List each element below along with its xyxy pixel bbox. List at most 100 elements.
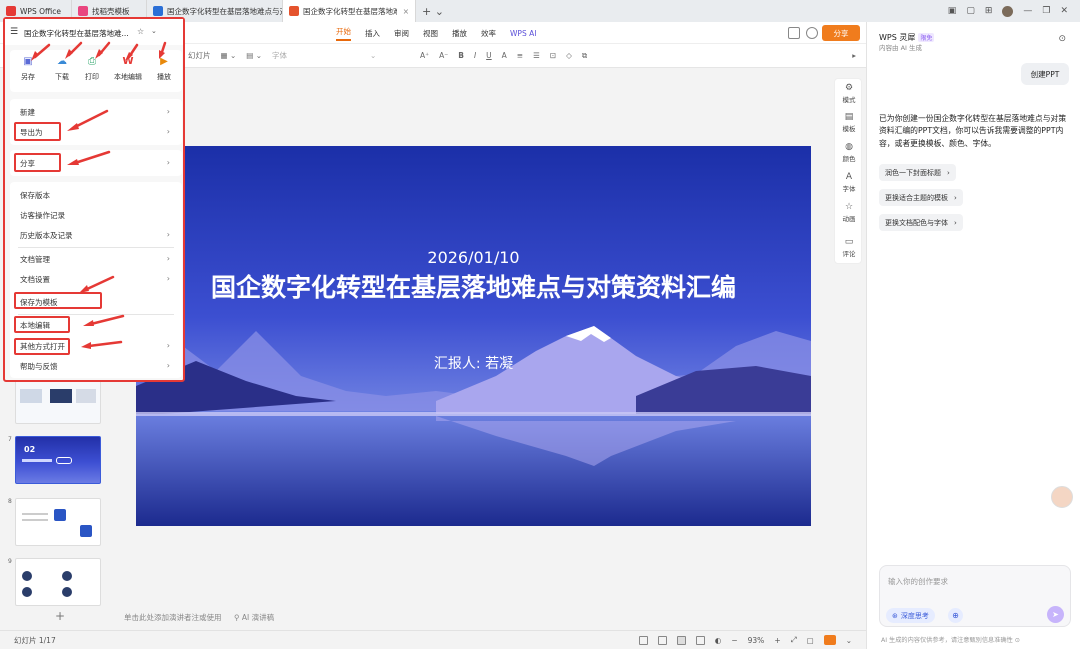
avatar[interactable] [1002,5,1014,17]
ai-prompt-box[interactable]: 输入你的创作要求 ⊛ 深度思考 ⊕ ➤ [879,565,1071,627]
reading-view-icon[interactable] [676,635,686,645]
minimize-icon[interactable]: — [1023,6,1032,16]
tab-home[interactable]: 开始 [336,26,351,41]
play-options-icon[interactable]: ⌄ [846,636,852,645]
menu-item-doc-settings[interactable]: 文档设置 › [10,269,182,289]
tab-efficiency[interactable]: 效率 [481,28,496,39]
animation-tool[interactable]: ☆ 动画 [835,202,863,223]
chevron-right-icon: › [166,341,170,350]
suggestion-change-colors-fonts[interactable]: 更换文档配色与字体 › [879,214,963,231]
tab-play[interactable]: 播放 [452,28,467,39]
zoom-out-icon[interactable]: − [731,636,737,645]
underline-icon[interactable]: U [486,51,492,60]
web-search-icon[interactable]: ⊕ [948,608,963,623]
shape-icon[interactable]: ◇ [566,51,572,60]
italic-icon[interactable]: I [474,51,476,60]
chevron-right-icon: › [166,230,170,239]
slide-thumbnail[interactable] [15,376,101,424]
skin-icon[interactable]: ▣ [948,6,957,16]
suggestion-change-template[interactable]: 更换适合主题的模板 › [879,189,963,206]
chevron-right-icon: › [166,107,170,116]
play-button[interactable]: ▶ 播放 [146,56,182,82]
edit-mode-icon[interactable] [788,27,800,39]
arrange-icon[interactable]: ⧉ [582,51,587,61]
shrink-font-icon[interactable]: A⁻ [439,51,448,60]
normal-view-icon[interactable] [638,635,648,645]
color-tool[interactable]: ◍ 颜色 [835,142,863,163]
add-slide-button[interactable]: + [55,609,65,623]
close-window-icon[interactable]: ✕ [1060,6,1068,16]
menu-item-new[interactable]: 新建 › [10,102,182,122]
print-button[interactable]: ⎙ 打印 [74,56,110,82]
send-icon[interactable]: ➤ [1047,606,1064,623]
menu-item-local-edit[interactable]: 本地编辑 [10,315,182,335]
section-dropdown-icon[interactable]: ▤ ⌄ [246,51,262,60]
close-icon[interactable]: × [403,7,409,16]
font-color-icon[interactable]: A [502,51,507,60]
share-button[interactable]: 分享 [822,25,860,41]
slide-date[interactable]: 2026/01/10 [136,248,811,267]
menu-item-save-as-template[interactable]: 保存为模板 [10,292,182,312]
tab-insert[interactable]: 插入 [365,28,380,39]
slide-reporter[interactable]: 汇报人: 若凝 [136,353,811,373]
suggestion-polish-title[interactable]: 润色一下封面标题 › [879,164,956,181]
cloud-icon[interactable] [806,27,818,39]
menu-item-save-version[interactable]: 保存版本 [10,185,182,205]
chevron-down-icon[interactable]: ⌄ [151,27,157,35]
maximize-icon[interactable]: ❐ [1042,6,1050,16]
notes-view-icon[interactable] [695,635,705,645]
menu-item-export[interactable]: 导出为 › [10,122,182,142]
template-tool[interactable]: ▤ 模板 [835,112,863,133]
font-family-select[interactable]: 字体 [272,50,360,61]
more-icon[interactable]: ▸ [852,51,856,60]
file-menu-group-2: 分享 › [10,150,182,176]
sorter-view-icon[interactable] [657,635,667,645]
hamburger-icon[interactable]: ☰ [10,27,18,37]
save-as-button[interactable]: ▣ 另存 [10,56,46,82]
star-icon[interactable]: ☆ [137,27,144,36]
deep-think-toggle[interactable]: ⊛ 深度思考 [886,608,935,623]
ai-notes-button[interactable]: ⚲ AI 演讲稿 [234,612,274,623]
zoom-level[interactable]: 93% [748,636,765,645]
local-edit-button[interactable]: W 本地编辑 [106,56,150,82]
tab-review[interactable]: 审阅 [394,28,409,39]
fit-icon[interactable]: ⤢ [791,635,797,645]
tab-view[interactable]: 视图 [423,28,438,39]
slide-canvas[interactable]: 2026/01/10 国企数字化转型在基层落地难点与对策资料汇编 汇报人: 若凝 [136,146,811,526]
slide-thumbnail[interactable]: 02 [15,436,101,484]
menu-item-visitor-log[interactable]: 访客操作记录 [10,205,182,225]
mode-tool[interactable]: ⚙ 模式 [835,83,863,104]
menu-item-doc-management[interactable]: 文档管理 › [10,249,182,269]
layout-dropdown-icon[interactable]: ▦ ⌄ [221,51,237,60]
window-icon[interactable]: ▢ [966,6,975,16]
feedback-icon[interactable]: ⊙ [1015,637,1020,644]
apps-icon[interactable]: ⊞ [985,6,993,16]
textbox-icon[interactable]: ⊡ [550,51,556,60]
font-size-select[interactable]: ⌄ [370,51,410,60]
file-name[interactable]: 国企数字化转型在基层落地难... [24,28,136,39]
new-tab-button[interactable]: + ⌄ [416,0,450,22]
fullscreen-icon[interactable]: ▢ [807,636,814,645]
tab-ppt-doc[interactable]: 国企数字化转型在基层落地难点与 × [283,0,416,22]
speaker-notes-placeholder[interactable]: 单击此处添加演讲者注或使用 [124,612,222,623]
menu-item-help-feedback[interactable]: 帮助与反馈 › [10,356,182,376]
bold-icon[interactable]: B [458,51,464,60]
comment-tool[interactable]: ▭ 评论 [835,237,863,258]
tab-wps-ai[interactable]: WPS AI [510,29,536,38]
menu-item-history[interactable]: 历史版本及记录 › [10,225,182,245]
menu-item-open-with[interactable]: 其他方式打开 › [10,336,182,356]
slide-thumbnail[interactable] [15,558,101,606]
font-tool[interactable]: A 字体 [835,172,863,193]
slide-title[interactable]: 国企数字化转型在基层落地难点与对策资料汇编 [196,271,751,304]
new-slide-button[interactable]: 幻灯片 [188,50,211,61]
slide-thumbnail[interactable] [15,498,101,546]
menu-item-share[interactable]: 分享 › [10,153,182,173]
theme-icon[interactable]: ◐ [715,636,722,645]
zoom-in-icon[interactable]: + [774,636,780,645]
list-icon[interactable]: ☰ [533,51,540,60]
assistant-avatar[interactable] [1051,486,1073,508]
grow-font-icon[interactable]: A⁺ [420,51,429,60]
ai-settings-icon[interactable]: ⊙ [1058,34,1066,44]
align-icon[interactable]: ≡ [517,51,523,60]
play-slideshow-button[interactable] [823,635,836,645]
